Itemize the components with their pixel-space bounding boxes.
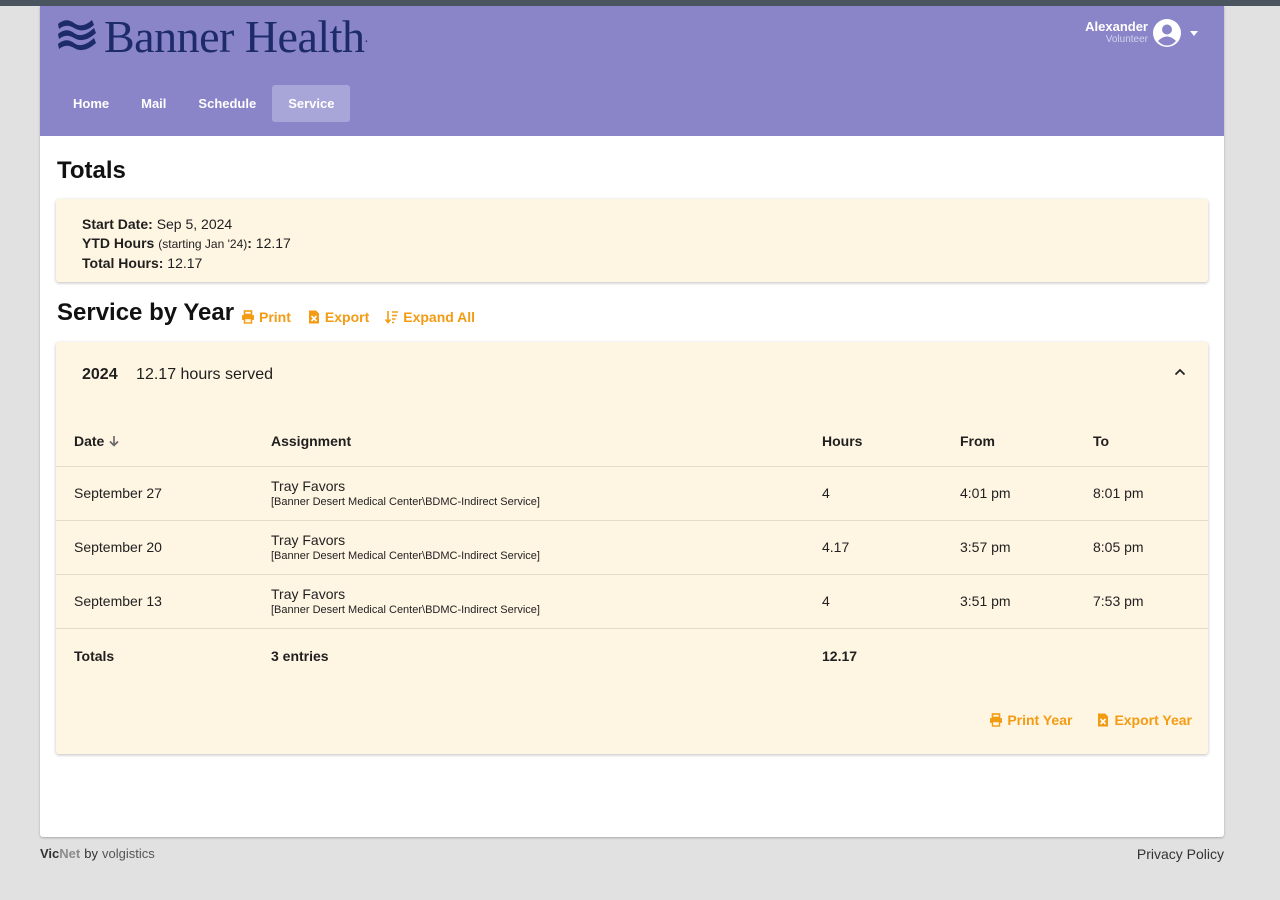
assignment-name: Tray Favors [271,532,346,548]
nav-schedule[interactable]: Schedule [182,85,272,122]
ytd-hours-note: (starting Jan '24) [158,237,248,251]
expand-all-label: Expand All [403,309,476,325]
row-hours: 4 [822,574,960,629]
nav-mail[interactable]: Mail [125,85,182,122]
ytd-hours-value: 12.17 [255,235,291,251]
brand-name: Banner Health [104,11,365,62]
by-text: by [84,846,98,861]
table-row: September 20 Tray Favors [Banner Desert … [56,520,1208,575]
table-row: September 27 Tray Favors [Banner Desert … [56,466,1208,521]
year-actions: Print Year Export Year [965,712,1192,728]
start-date-label: Start Date: [82,216,153,232]
arrow-down-icon [109,435,119,447]
ytd-hours-label: YTD Hours [82,235,155,251]
row-assignment: Tray Favors [Banner Desert Medical Cente… [271,520,822,575]
row-from: 4:01 pm [960,466,1093,521]
user-name: Alexander [1085,19,1148,34]
print-year-button[interactable]: Print Year [989,712,1072,728]
privacy-policy-link[interactable]: Privacy Policy [1137,846,1224,862]
file-excel-icon [1098,713,1109,727]
print-icon [242,310,254,324]
nav-home[interactable]: Home [57,85,125,122]
row-date: September 27 [56,466,271,521]
service-heading: Service by Year [57,299,235,326]
assignment-name: Tray Favors [271,478,346,494]
total-hours-line: Total Hours: 12.17 [82,254,1182,273]
table-totals-row: Totals 3 entries 12.17 [56,628,1208,684]
totals-row-empty-from [960,628,1093,684]
header: Banner Health . Alexander Volunteer Home… [40,6,1224,136]
print-label: Print [259,309,291,325]
export-label: Export [324,309,370,325]
table-header-row: Date Assignment Hours From To [56,416,1208,467]
volgistics-text: volgistics [101,846,155,861]
row-hours: 4 [822,466,960,521]
row-from: 3:57 pm [960,520,1093,575]
table-row: September 13 Tray Favors [Banner Desert … [56,574,1208,629]
row-hours: 4.17 [822,520,960,575]
assignment-location: [Banner Desert Medical Center\BDMC-Indir… [271,550,540,562]
totals-row-label: Totals [74,648,115,665]
col-hours[interactable]: Hours [822,416,960,467]
row-date: September 13 [56,574,271,629]
user-menu[interactable]: Alexander Volunteer [1085,18,1200,48]
brand-logo[interactable]: Banner Health . [56,14,368,60]
page-card: Banner Health . Alexander Volunteer Home… [40,6,1224,837]
row-assignment: Tray Favors [Banner Desert Medical Cente… [271,466,822,521]
year-panel: 2024 12.17 hours served Date Assignment … [56,342,1208,754]
total-hours-value: 12.17 [167,255,203,271]
user-role: Volunteer [1105,34,1148,45]
net-text: Net [59,846,81,861]
brand-suffix: . [364,29,369,45]
nav-service[interactable]: Service [272,85,351,122]
vic-text: Vic [40,846,60,861]
col-from[interactable]: From [960,416,1093,467]
row-to: 8:05 pm [1093,520,1208,575]
totals-row-empty-to [1093,628,1208,684]
user-names: Alexander Volunteer [1085,20,1148,46]
chevron-up-icon[interactable] [1172,364,1188,380]
chevron-down-icon[interactable] [1188,27,1200,39]
ytd-hours-line: YTD Hours (starting Jan '24): 12.17 [82,234,1182,254]
row-from: 3:51 pm [960,574,1093,629]
main-nav: Home Mail Schedule Service [57,85,351,122]
sort-amount-down-icon [385,311,399,324]
export-year-button[interactable]: Export Year [1096,712,1192,728]
print-icon [990,713,1003,727]
year-label: 2024 [82,366,118,383]
start-date-value: Sep 5, 2024 [156,216,233,232]
year-summary: 12.17 hours served [136,366,274,383]
account-circle-icon[interactable] [1152,18,1182,48]
vicnet-branding[interactable]: Vic Net by volgistics [40,846,155,861]
banner-wave-icon [58,20,96,51]
totals-heading: Totals [57,157,126,184]
row-assignment: Tray Favors [Banner Desert Medical Cente… [271,574,822,629]
print-button[interactable]: Print [241,309,291,325]
row-date: September 20 [56,520,271,575]
col-date[interactable]: Date [56,416,271,467]
col-assignment[interactable]: Assignment [271,416,822,467]
col-to[interactable]: To [1093,416,1208,467]
assignment-location: [Banner Desert Medical Center\BDMC-Indir… [271,604,540,616]
export-year-label: Export Year [1114,712,1192,728]
assignment-location: [Banner Desert Medical Center\BDMC-Indir… [271,496,540,508]
service-table: Date Assignment Hours From To September … [56,416,1208,684]
col-date-label: Date [74,432,105,449]
totals-row-hours: 12.17 [822,648,858,665]
totals-summary: Start Date: Sep 5, 2024 YTD Hours (start… [56,199,1208,282]
assignment-name: Tray Favors [271,586,346,602]
ytd-hours-colon: : [247,235,252,251]
row-to: 7:53 pm [1093,574,1208,629]
export-button[interactable]: Export [307,309,369,325]
year-header[interactable]: 2024 12.17 hours served [82,366,273,384]
row-to: 8:01 pm [1093,466,1208,521]
print-year-label: Print Year [1007,712,1073,728]
service-actions: Print Export Expand All [241,309,491,325]
total-hours-label: Total Hours: [82,255,164,271]
start-date-line: Start Date: Sep 5, 2024 [82,215,1182,234]
totals-row-entries: 3 entries [271,648,329,665]
expand-all-button[interactable]: Expand All [385,309,475,325]
file-excel-icon [308,310,319,324]
